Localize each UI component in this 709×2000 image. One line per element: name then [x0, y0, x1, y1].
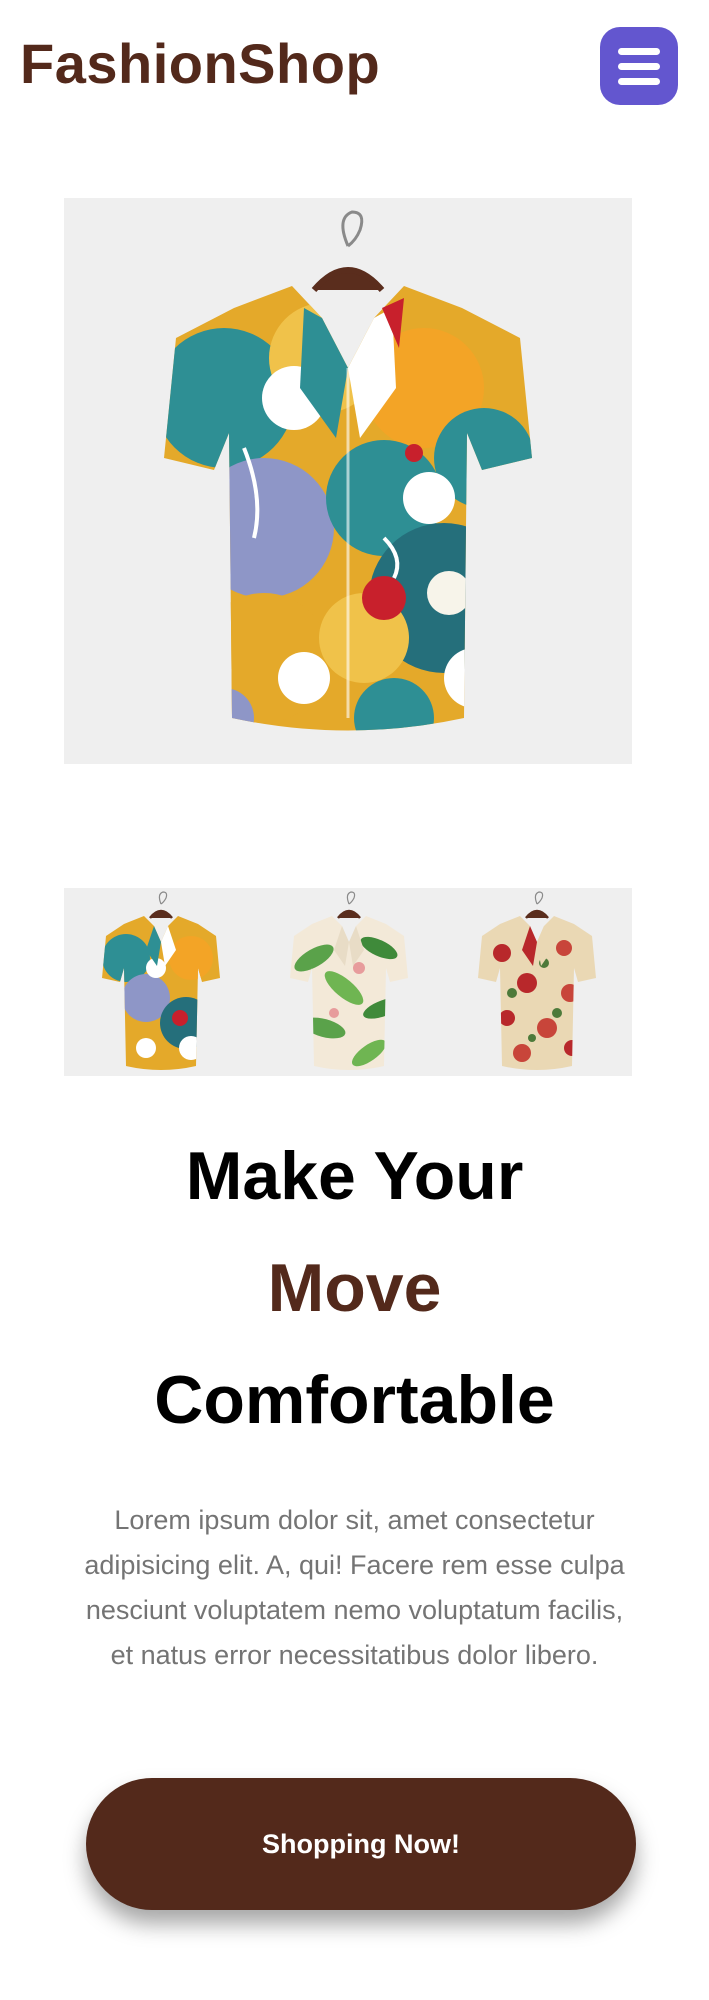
- shirt-multicolor-image: [164, 210, 532, 731]
- thumbnail-1[interactable]: [76, 888, 246, 1076]
- thumbnail-3[interactable]: [452, 888, 622, 1076]
- hero-headline: Make Your Move Comfortable: [0, 1120, 709, 1456]
- product-main-image: [64, 198, 632, 764]
- shirt-red-floral-thumb: [478, 891, 596, 1070]
- shopping-now-button[interactable]: Shopping Now!: [86, 1778, 636, 1910]
- headline-line-2: Move: [267, 1250, 442, 1326]
- headline-line-1: Make Your: [185, 1138, 524, 1214]
- hero-description: Lorem ipsum dolor sit, amet consectetur …: [84, 1505, 625, 1670]
- headline-line-3: Comfortable: [154, 1362, 555, 1438]
- shirt-multicolor-thumb: [102, 891, 220, 1070]
- brand-logo[interactable]: FashionShop: [20, 28, 380, 100]
- header: FashionShop: [0, 0, 709, 140]
- menu-button[interactable]: [600, 27, 678, 105]
- shirt-green-leaf-thumb: [290, 891, 408, 1070]
- product-thumbnails: [64, 888, 632, 1076]
- thumbnail-2[interactable]: [264, 888, 434, 1076]
